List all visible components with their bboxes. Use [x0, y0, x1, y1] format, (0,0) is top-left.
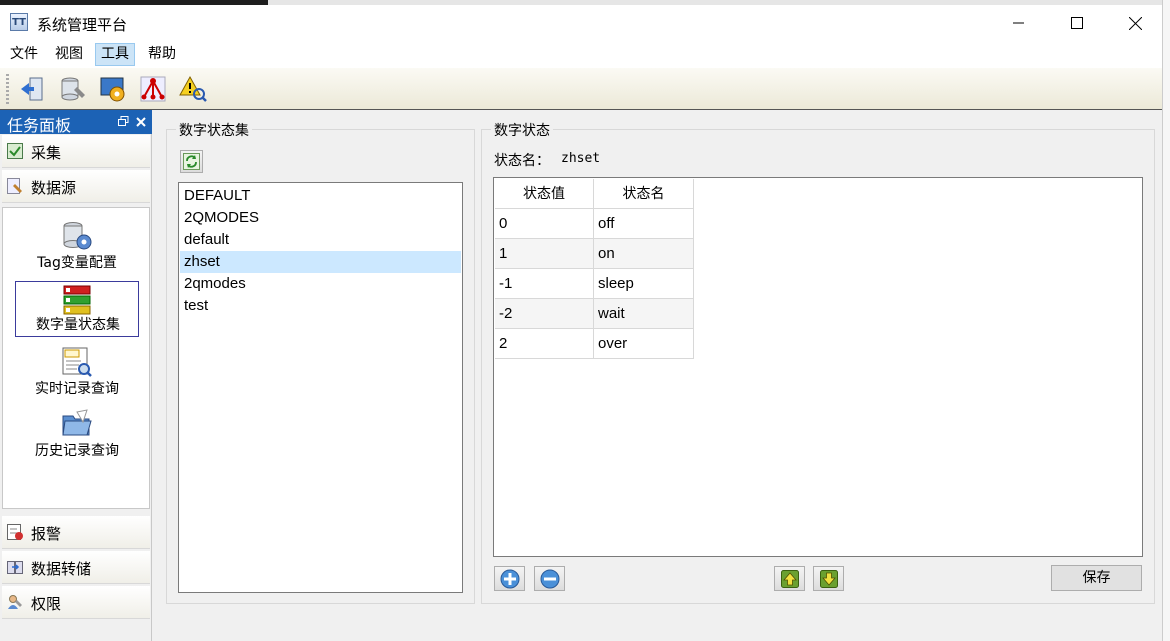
state-set-list[interactable]: DEFAULT 2QMODES default zhset 2qmodes te…	[178, 182, 463, 593]
maximize-button[interactable]	[1048, 5, 1106, 41]
database-gear-icon	[63, 222, 92, 250]
move-down-button[interactable]	[813, 566, 844, 591]
column-header-value[interactable]: 状态值	[495, 179, 594, 209]
toolbar-grip[interactable]	[6, 74, 9, 104]
minus-icon	[540, 569, 559, 588]
cell-name[interactable]: sleep	[594, 269, 694, 299]
menu-bar: 文件 视图 工具 帮助	[0, 41, 1162, 68]
state-name-label: 状态名：	[494, 153, 550, 169]
cell-value[interactable]: 1	[495, 239, 594, 269]
item-label: Tag变量配置	[37, 255, 117, 271]
close-icon	[136, 117, 146, 127]
task-panel-header: 任务面板	[0, 110, 152, 135]
menu-view[interactable]: 视图	[50, 43, 88, 66]
cell-name[interactable]: over	[594, 329, 694, 359]
toolbar	[0, 68, 1162, 110]
title-bar: TT 系统管理平台	[0, 5, 1162, 41]
item-tag-config[interactable]: Tag变量配置	[15, 218, 139, 274]
column-header-name[interactable]: 状态名	[594, 179, 694, 209]
app-icon: TT	[10, 13, 28, 31]
window-title: 系统管理平台	[37, 16, 128, 34]
list-item[interactable]: test	[180, 295, 461, 317]
remove-row-button[interactable]	[534, 566, 565, 591]
refresh-icon	[183, 153, 200, 170]
save-button[interactable]: 保存	[1051, 565, 1142, 591]
task-panel: 任务面板 采集 数据源 Tag变量配置 数字量状态集 实时记录查询 历史记录查询…	[0, 110, 152, 641]
item-label: 数字量状态集	[36, 317, 120, 333]
cell-value[interactable]: -2	[495, 299, 594, 329]
minimize-button[interactable]	[990, 5, 1048, 41]
category-label: 报警	[31, 525, 62, 543]
toolbar-network-button[interactable]	[137, 73, 169, 105]
cell-value[interactable]: 0	[495, 209, 594, 239]
toolbar-db-config-button[interactable]	[57, 73, 89, 105]
monitor-gear-icon	[100, 77, 125, 102]
category-label: 数据转储	[31, 560, 92, 578]
database-wrench-icon	[61, 77, 85, 101]
plus-icon	[500, 569, 519, 588]
minimize-icon	[1013, 22, 1024, 24]
window-right-edge	[1162, 0, 1170, 641]
item-history-query[interactable]: 历史记录查询	[15, 406, 139, 462]
refresh-button[interactable]	[180, 150, 203, 173]
menu-tools[interactable]: 工具	[95, 43, 135, 66]
cell-value[interactable]: -1	[495, 269, 594, 299]
item-label: 实时记录查询	[35, 381, 119, 397]
alarm-icon	[7, 524, 23, 540]
cell-value[interactable]: 2	[495, 329, 594, 359]
arrow-down-icon	[819, 569, 838, 588]
list-item[interactable]: DEFAULT	[180, 185, 461, 207]
toolbar-settings-button[interactable]	[97, 73, 129, 105]
digital-state-group-title: 数字状态	[491, 120, 553, 140]
state-set-group-title: 数字状态集	[176, 120, 252, 140]
state-name-value: zhset	[561, 151, 601, 166]
data-dump-icon	[7, 561, 23, 574]
category-data-dump[interactable]: 数据转储	[2, 551, 150, 584]
arrow-up-icon	[780, 569, 799, 588]
category-label: 权限	[31, 595, 62, 613]
add-row-button[interactable]	[494, 566, 525, 591]
category-collect[interactable]: 采集	[2, 135, 150, 168]
state-table: 状态值 状态名 0 off 1 on -1 sleep -2 wait 2 ov…	[493, 177, 1143, 557]
list-item-selected[interactable]: zhset	[180, 251, 461, 273]
warning-search-icon	[179, 75, 207, 102]
digital-state-icon	[63, 285, 91, 315]
item-realtime-query[interactable]: 实时记录查询	[15, 344, 139, 400]
permission-icon	[8, 595, 22, 609]
restore-window-icon	[118, 116, 129, 126]
datasource-icon	[7, 178, 22, 194]
close-panel-button[interactable]	[136, 115, 146, 131]
item-digital-state-set[interactable]: 数字量状态集	[15, 281, 139, 337]
close-icon	[1128, 16, 1142, 30]
category-label: 数据源	[31, 179, 77, 197]
realtime-query-icon	[62, 347, 92, 377]
history-folder-icon	[62, 409, 92, 436]
list-item[interactable]: default	[180, 229, 461, 251]
menu-file[interactable]: 文件	[5, 43, 43, 66]
close-button[interactable]	[1106, 5, 1164, 41]
datasource-items-panel: Tag变量配置 数字量状态集 实时记录查询 历史记录查询	[2, 207, 150, 509]
cell-name[interactable]: off	[594, 209, 694, 239]
toolbar-exit-button[interactable]	[16, 73, 48, 105]
float-panel-button[interactable]	[118, 115, 129, 131]
list-item[interactable]: 2qmodes	[180, 273, 461, 295]
collect-icon	[7, 143, 23, 159]
list-item[interactable]: 2QMODES	[180, 207, 461, 229]
item-label: 历史记录查询	[35, 443, 119, 459]
category-permission[interactable]: 权限	[2, 586, 150, 619]
toolbar-diagnose-button[interactable]	[177, 73, 209, 105]
exit-door-icon	[21, 77, 43, 101]
category-label: 采集	[31, 144, 62, 162]
cell-name[interactable]: wait	[594, 299, 694, 329]
category-alarm[interactable]: 报警	[2, 516, 150, 549]
category-datasource[interactable]: 数据源	[2, 170, 150, 203]
network-tree-icon	[140, 76, 166, 102]
task-panel-title: 任务面板	[7, 116, 72, 135]
move-up-button[interactable]	[774, 566, 805, 591]
menu-help[interactable]: 帮助	[143, 43, 181, 66]
maximize-icon	[1071, 17, 1083, 29]
cell-name[interactable]: on	[594, 239, 694, 269]
